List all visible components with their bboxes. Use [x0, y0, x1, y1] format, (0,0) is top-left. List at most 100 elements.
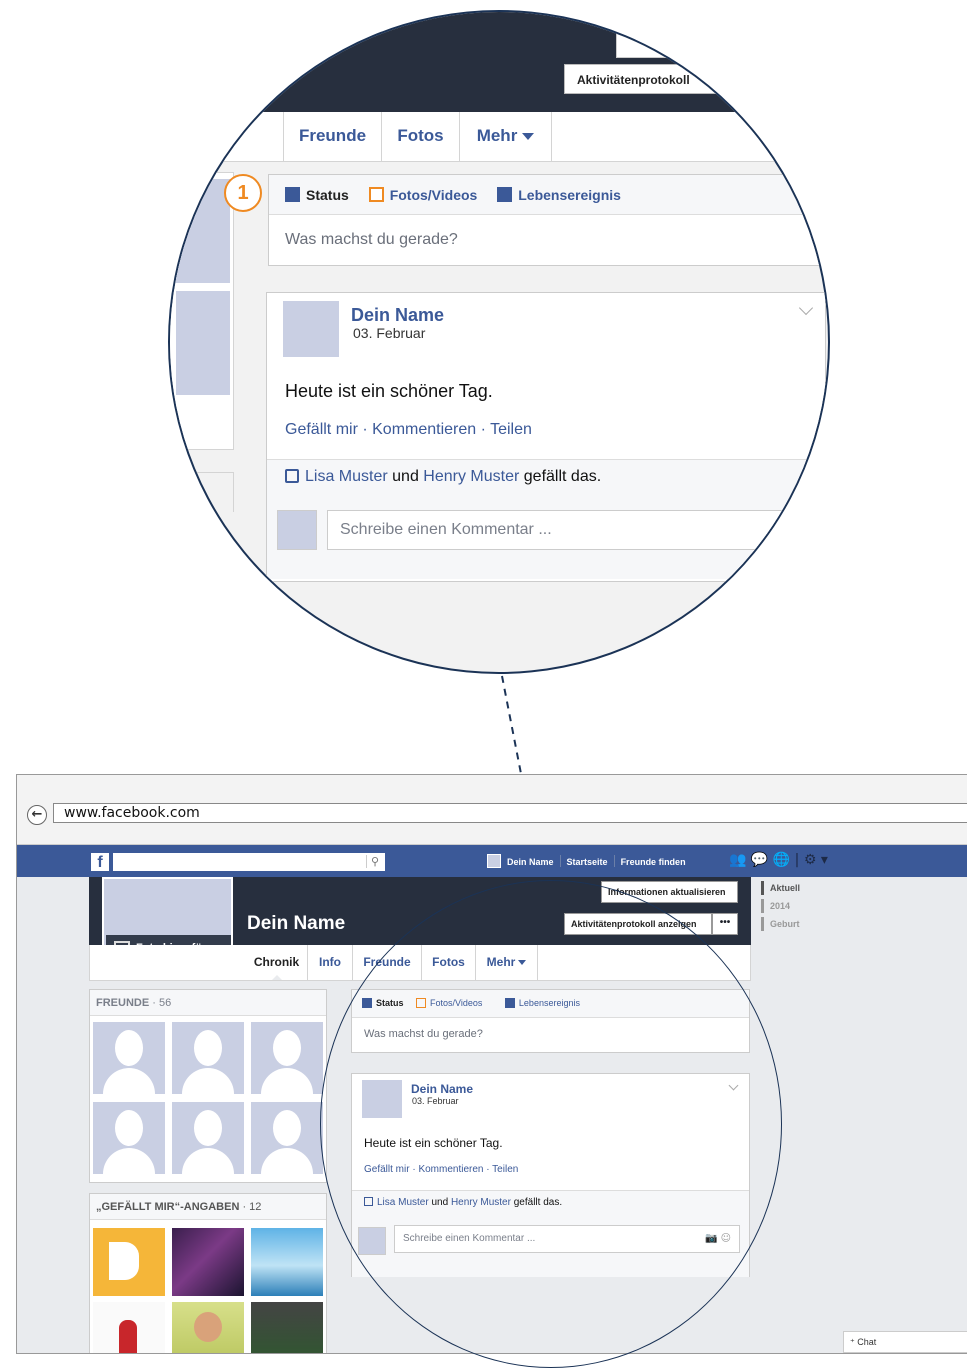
zoom-likes-suffix: gefällt das.	[519, 468, 602, 485]
friend-thumbnail[interactable]	[251, 1022, 323, 1094]
zoom-post-actions[interactable]: Gefällt mir · Kommentieren · Teilen	[285, 421, 532, 439]
comment-input[interactable]: Schreibe einen Kommentar ... 📷 ☺	[394, 1225, 740, 1253]
likes-and: und	[428, 1197, 451, 1208]
search-input[interactable]: ⚲	[113, 853, 385, 871]
liked-page-thumbnail[interactable]	[251, 1228, 323, 1296]
zoom-status-composer: Status Fotos/Videos Lebensereignis Was m…	[268, 174, 828, 266]
pencil-icon	[362, 998, 372, 1008]
liked-page-thumbnail[interactable]	[172, 1302, 244, 1353]
divider	[559, 855, 561, 867]
post-date[interactable]: 03. Februar	[412, 1096, 459, 1106]
zoom-photos-label: Fotos/Videos	[389, 187, 478, 203]
url-field[interactable]: www.facebook.com	[53, 803, 967, 823]
tab-chronicle[interactable]: Chronik	[246, 945, 308, 980]
tab-photos[interactable]: Fotos	[422, 945, 476, 980]
friend-thumbnail[interactable]	[172, 1022, 244, 1094]
timeline-nav: Aktuell 2014 Geburt	[761, 881, 851, 935]
composer-life-event-label: Lebensereignis	[518, 998, 580, 1008]
flag-icon	[504, 998, 515, 1008]
chevron-down-icon[interactable]	[728, 1080, 739, 1091]
friend-thumbnail[interactable]	[251, 1102, 323, 1174]
zoom-tab-info[interactable]: fo	[210, 112, 284, 162]
more-options-button[interactable]: •••	[712, 913, 738, 935]
nav-find-friends-link[interactable]: Freunde finden	[621, 857, 686, 867]
liker-2[interactable]: Henry Muster	[451, 1197, 511, 1208]
zoom-status-label: Status	[306, 187, 349, 203]
composer-photos-tab[interactable]: Fotos/Videos	[416, 998, 492, 1008]
chevron-down-icon[interactable]	[798, 300, 814, 316]
tab-info[interactable]: Info	[308, 945, 353, 980]
zoom-comment-input[interactable]: Schreibe einen Kommentar ...	[327, 510, 807, 550]
photo-icon	[368, 187, 384, 202]
tab-friends[interactable]: Freunde	[353, 945, 422, 980]
composer-status-tab[interactable]: Status	[362, 998, 404, 1008]
facebook-top-bar: f ⚲ Dein Name Startseite Freunde finden 👥 …	[17, 845, 967, 877]
composer-status-label: Status	[376, 998, 404, 1008]
friends-count: · 56	[149, 997, 172, 1009]
search-icon[interactable]: ⚲	[365, 855, 379, 868]
zoom-composer-status-tab[interactable]: Status	[285, 187, 349, 203]
nav-profile-link[interactable]: Dein Name	[487, 854, 554, 868]
zoom-likes-section: Lisa Muster und Henry Muster gefällt das…	[267, 459, 825, 579]
activity-log-button[interactable]: Aktivitätenprotokoll anzeigen	[564, 913, 712, 935]
composer-tabs: Status Fotos/Videos Lebensereignis	[352, 990, 749, 1018]
liked-page-thumbnail[interactable]	[93, 1302, 165, 1353]
zoom-life-event-label: Lebensereignis	[518, 187, 621, 203]
friend-thumbnail[interactable]	[93, 1102, 165, 1174]
friends-box-title[interactable]: FREUNDE · 56	[90, 990, 326, 1016]
nav-profile-name: Dein Name	[507, 857, 554, 867]
liked-page-thumbnail[interactable]	[251, 1302, 323, 1353]
post-text: Heute ist ein schöner Tag.	[364, 1136, 503, 1150]
step-number-badge: 1	[224, 174, 262, 212]
friend-thumbnail[interactable]	[172, 1102, 244, 1174]
top-nav-links: Dein Name Startseite Freunde finden	[487, 854, 686, 868]
post-author[interactable]: Dein Name	[411, 1082, 473, 1096]
likes-box-title[interactable]: „GEFÄLLT MIR“-ANGABEN · 12	[90, 1194, 326, 1220]
avatar[interactable]	[283, 301, 339, 357]
zoom-tab-friends[interactable]: Freunde	[284, 112, 382, 162]
friend-thumbnail[interactable]	[93, 1022, 165, 1094]
notification-icons[interactable]: 👥 💬 🌐 | ⚙ ▾	[729, 852, 828, 868]
likes-box: „GEFÄLLT MIR“-ANGABEN · 12	[89, 1193, 327, 1353]
zoom-status-input[interactable]: Was machst du gerade?	[269, 215, 827, 265]
status-composer: Status Fotos/Videos Lebensereignis Was m…	[351, 989, 750, 1053]
profile-tabs: Chronik Info Freunde Fotos Mehr	[89, 945, 751, 981]
tab-more[interactable]: Mehr	[476, 945, 538, 980]
zoom-update-info-button[interactable]	[616, 32, 746, 58]
zoom-post-date[interactable]: 03. Februar	[353, 325, 425, 341]
zoom-profile-tabs: fo Freunde Fotos Mehr	[170, 112, 828, 162]
liked-page-thumbnail[interactable]	[172, 1228, 244, 1296]
liker-1[interactable]: Lisa Muster	[377, 1197, 429, 1208]
zoom-likes-summary: Lisa Muster und Henry Muster gefällt das…	[285, 468, 601, 486]
timeline-item-2014[interactable]: 2014	[761, 899, 851, 913]
friends-title: FREUNDE	[96, 997, 150, 1009]
person-image	[194, 1312, 222, 1342]
zoom-composer-photos-tab[interactable]: Fotos/Videos	[368, 187, 478, 203]
timeline-item-birth[interactable]: Geburt	[761, 917, 851, 931]
post-actions[interactable]: Gefällt mir · Kommentieren · Teilen	[364, 1164, 518, 1175]
zoom-post-card: Dein Name 03. Februar Heute ist ein schö…	[266, 292, 826, 582]
zoom-activity-log-button[interactable]: Aktivitätenprotokoll	[564, 64, 724, 94]
chevron-down-icon	[518, 960, 527, 966]
zoom-composer-life-event-tab[interactable]: Lebensereignis	[497, 187, 621, 203]
zoom-tab-photos[interactable]: Fotos	[382, 112, 460, 162]
bottle-image	[119, 1320, 137, 1353]
back-arrow-icon[interactable]: ←	[27, 805, 47, 825]
chat-bar[interactable]: ⁺ Chat	[843, 1331, 967, 1353]
nav-home-link[interactable]: Startseite	[567, 857, 608, 867]
facebook-logo-icon[interactable]: f	[91, 853, 109, 871]
status-input[interactable]: Was machst du gerade?	[352, 1018, 749, 1050]
composer-life-event-tab[interactable]: Lebensereignis	[504, 998, 590, 1008]
avatar[interactable]	[362, 1080, 402, 1118]
profile-name[interactable]: Dein Name	[247, 913, 345, 935]
timeline-item-current[interactable]: Aktuell	[761, 881, 851, 895]
zoom-tab-more-label: Mehr	[476, 126, 518, 145]
camera-emoji-icons[interactable]: 📷 ☺	[705, 1233, 731, 1244]
update-info-button[interactable]: Informationen aktualisieren	[601, 881, 738, 903]
zoom-liker-2[interactable]: Henry Muster	[423, 468, 519, 485]
likes-section: Lisa Muster und Henry Muster gefällt das…	[352, 1190, 749, 1277]
zoom-liker-1[interactable]: Lisa Muster	[305, 468, 388, 485]
zoom-tab-more[interactable]: Mehr	[460, 112, 552, 162]
zoom-post-author[interactable]: Dein Name	[351, 305, 444, 326]
liked-page-thumbnail[interactable]	[93, 1228, 165, 1296]
